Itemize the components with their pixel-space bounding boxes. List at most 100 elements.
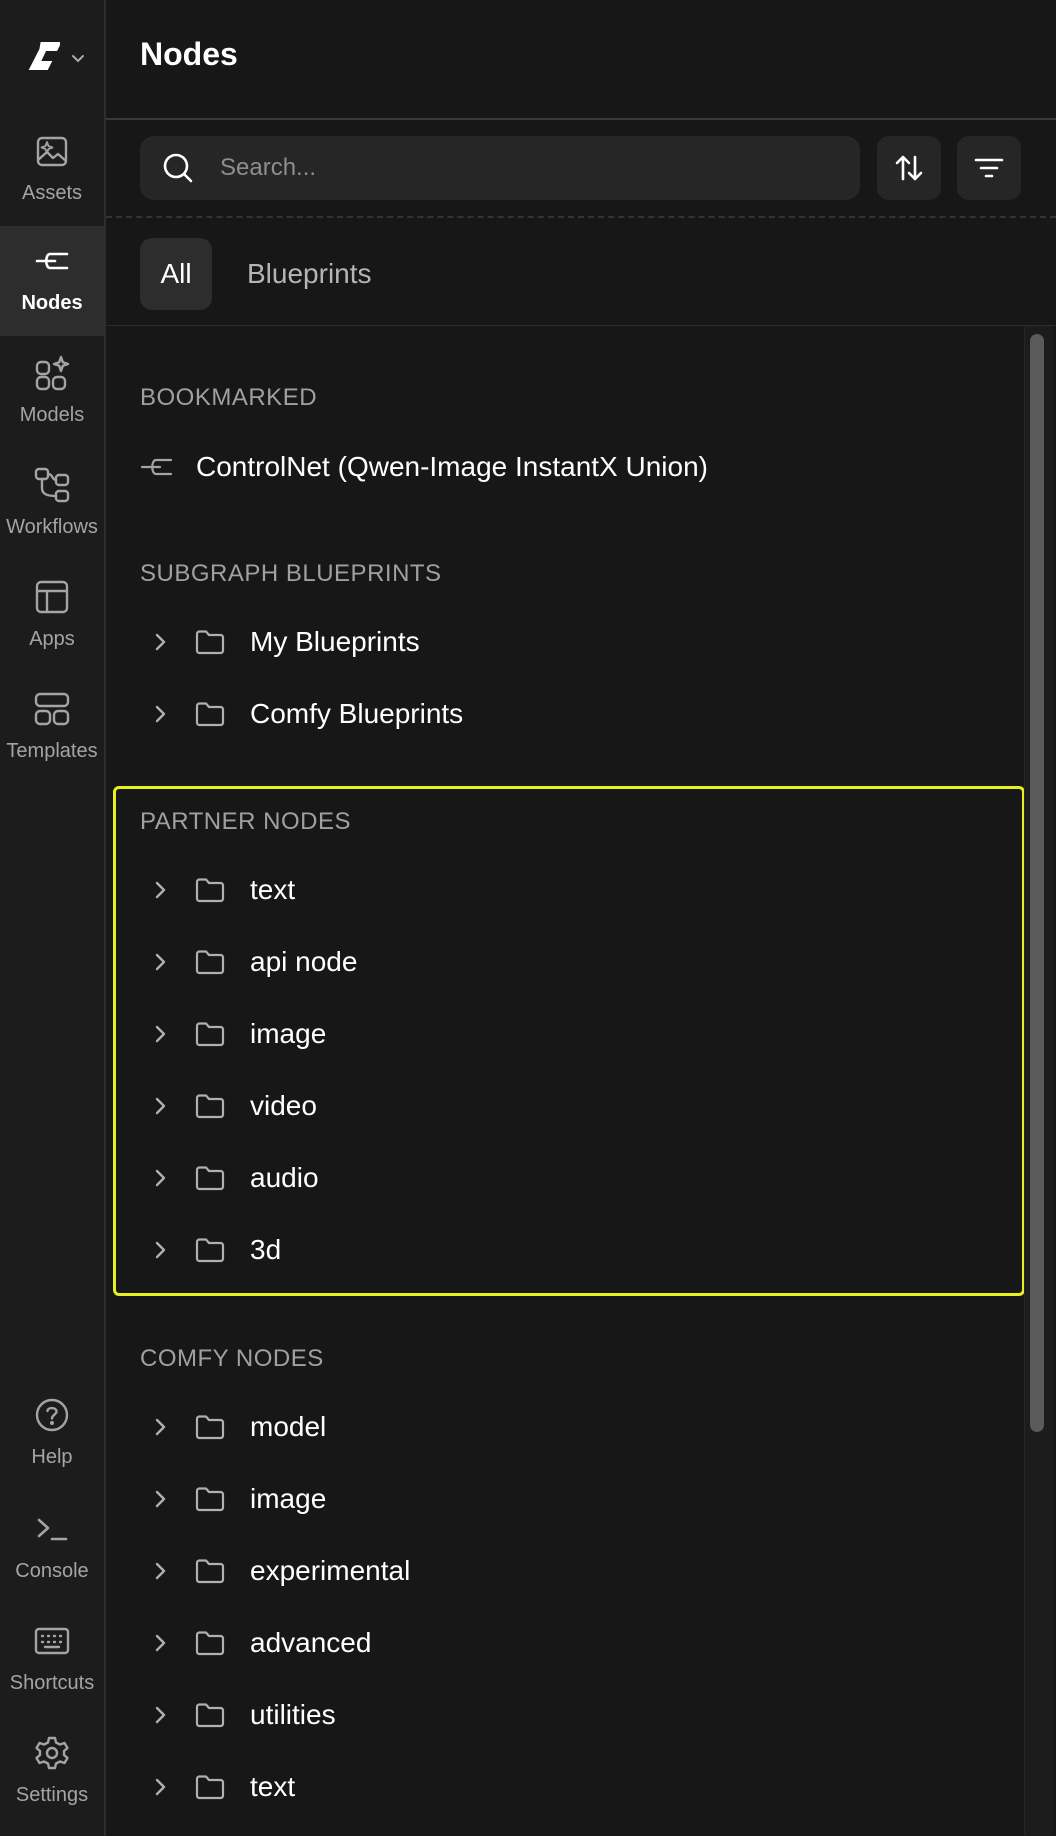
folder-icon	[195, 950, 225, 975]
sidebar-item-label: Help	[31, 1446, 73, 1468]
folder-icon	[195, 878, 225, 903]
comfy-logo-icon	[28, 42, 60, 70]
chevron-down-icon	[72, 55, 84, 63]
sidebar-item-label: Models	[19, 404, 85, 426]
tabs-divider	[106, 325, 1056, 326]
chevron-right-icon	[155, 1634, 166, 1652]
sidebar-item-templates[interactable]: Templates	[0, 674, 104, 784]
sidebar-rail: Assets Nodes Models Workflows Apps Templ…	[0, 0, 106, 1836]
sidebar-item-console[interactable]: Console	[0, 1494, 104, 1604]
folder-label: experimental	[250, 1555, 411, 1586]
sidebar-item-label: Workflows	[6, 516, 98, 538]
sidebar-item-nodes[interactable]: Nodes	[0, 226, 104, 336]
chevron-right-icon	[155, 1706, 166, 1724]
folder-row[interactable]: model	[140, 1397, 980, 1457]
sort-button[interactable]	[877, 136, 941, 200]
folder-row[interactable]: Comfy Blueprints	[140, 684, 980, 744]
folder-label: advanced	[250, 1627, 372, 1658]
folder-row[interactable]: experimental	[140, 1541, 980, 1601]
node-connector-icon	[140, 458, 173, 476]
chevron-right-icon	[155, 1490, 166, 1508]
folder-row[interactable]: api node	[140, 932, 980, 992]
folder-icon	[195, 1238, 225, 1263]
folder-icon	[195, 1487, 225, 1512]
keyboard-icon	[31, 1620, 73, 1662]
folder-icon	[195, 702, 225, 727]
folder-label: text	[250, 874, 296, 905]
chevron-right-icon	[155, 1025, 166, 1043]
folder-icon	[195, 1559, 225, 1584]
chevron-right-icon	[155, 881, 166, 899]
folder-icon	[195, 1775, 225, 1800]
sidebar-item-assets[interactable]: Assets	[0, 116, 104, 226]
folder-label: text	[250, 1771, 296, 1802]
gear-icon	[31, 1732, 73, 1774]
folder-label: image	[250, 1018, 327, 1049]
filter-button[interactable]	[957, 136, 1021, 200]
folder-row[interactable]: text	[140, 860, 980, 920]
folder-row[interactable]: video	[140, 1076, 980, 1136]
chevron-right-icon	[155, 1241, 166, 1259]
app-logo-menu[interactable]	[28, 38, 94, 78]
sidebar-item-models[interactable]: Models	[0, 338, 104, 448]
chevron-right-icon	[155, 1169, 166, 1187]
console-icon	[31, 1508, 73, 1550]
folder-label: model	[250, 1411, 327, 1442]
folder-label: audio	[250, 1162, 319, 1193]
chevron-right-icon	[155, 1562, 166, 1580]
search-input[interactable]	[218, 153, 822, 183]
folder-icon	[195, 1022, 225, 1047]
node-connector-icon	[31, 240, 73, 282]
tab-blueprints[interactable]: Blueprints	[247, 238, 372, 310]
tab-all[interactable]: All	[140, 238, 212, 310]
sidebar-item-label: Shortcuts	[9, 1672, 95, 1694]
folder-label: My Blueprints	[250, 626, 420, 657]
folder-row[interactable]: image	[140, 1004, 980, 1064]
folder-icon	[195, 1094, 225, 1119]
workflow-icon	[31, 464, 73, 506]
sidebar-item-shortcuts[interactable]: Shortcuts	[0, 1606, 104, 1716]
sidebar-item-help[interactable]: Help	[0, 1380, 104, 1490]
folder-icon	[195, 630, 225, 655]
sidebar-item-label: Apps	[29, 628, 75, 650]
sidebar-item-label: Console	[15, 1560, 89, 1582]
bookmarked-node-item[interactable]: ControlNet (Qwen-Image InstantX Union)	[140, 437, 980, 497]
folder-row[interactable]: text	[140, 1757, 980, 1817]
folder-label: Comfy Blueprints	[250, 698, 464, 729]
image-sparkle-icon	[31, 130, 73, 172]
models-grid-icon	[31, 352, 73, 394]
folder-row[interactable]: utilities	[140, 1685, 980, 1745]
section-heading-bookmarked: BOOKMARKED	[140, 384, 318, 411]
header-divider	[106, 118, 1056, 120]
sort-arrows-icon	[895, 155, 923, 181]
scrollbar-thumb[interactable]	[1030, 334, 1044, 1432]
folder-row[interactable]: audio	[140, 1148, 980, 1208]
section-heading-partner-nodes: PARTNER NODES	[140, 808, 351, 835]
folder-icon	[195, 1703, 225, 1728]
section-heading-comfy-nodes: COMFY NODES	[140, 1345, 324, 1372]
nodes-panel: Nodes All Blueprints BOOKMARKED ControlN…	[106, 0, 1056, 1836]
sidebar-item-label: Templates	[6, 740, 98, 762]
sidebar-item-workflows[interactable]: Workflows	[0, 450, 104, 560]
apps-layout-icon	[31, 576, 73, 618]
folder-label: 3d	[250, 1234, 282, 1265]
node-label: ControlNet (Qwen-Image InstantX Union)	[196, 451, 708, 482]
folder-row[interactable]: My Blueprints	[140, 612, 980, 672]
page-title: Nodes	[140, 36, 238, 72]
folder-label: api node	[250, 946, 358, 977]
sidebar-item-label: Assets	[21, 182, 83, 204]
templates-icon	[31, 688, 73, 730]
chevron-right-icon	[155, 705, 166, 723]
sidebar-item-settings[interactable]: Settings	[0, 1718, 104, 1828]
folder-icon	[195, 1166, 225, 1191]
folder-row[interactable]: image	[140, 1469, 980, 1529]
sidebar-item-apps[interactable]: Apps	[0, 562, 104, 672]
toolbar-divider	[106, 216, 1056, 218]
search-box[interactable]	[140, 136, 860, 200]
folder-label: image	[250, 1483, 327, 1514]
chevron-right-icon	[155, 1097, 166, 1115]
chevron-right-icon	[155, 1418, 166, 1436]
chevron-right-icon	[155, 953, 166, 971]
folder-row[interactable]: 3d	[140, 1220, 980, 1280]
folder-row[interactable]: advanced	[140, 1613, 980, 1673]
